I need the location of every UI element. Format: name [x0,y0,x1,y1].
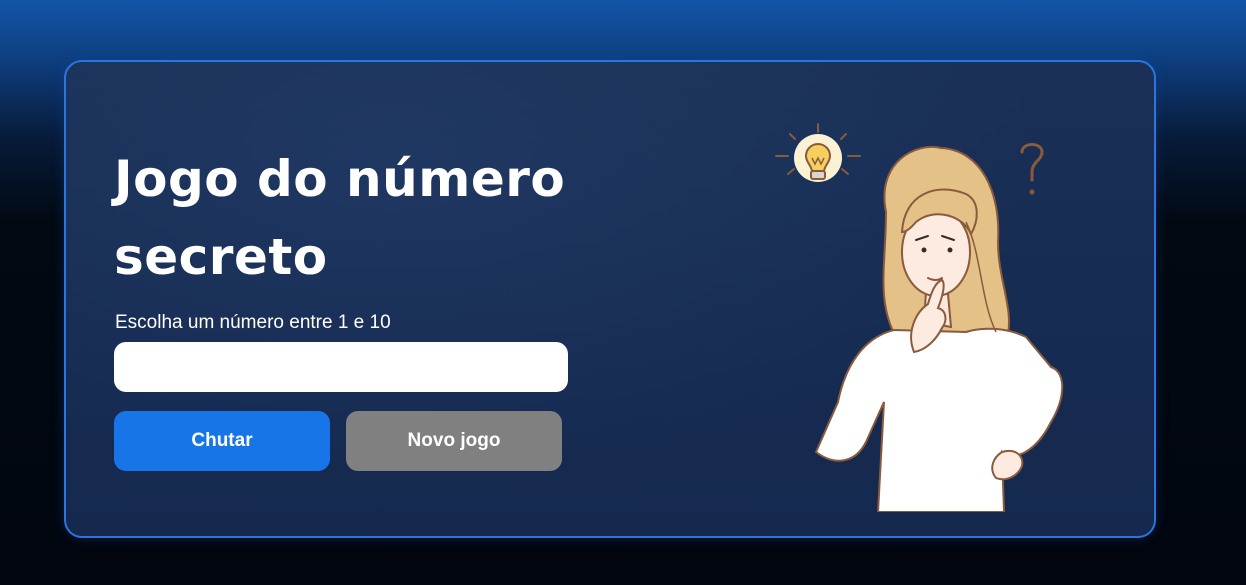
page-title: Jogo do número secreto [114,150,566,286]
instruction-text: Escolha um número entre 1 e 10 [115,312,391,333]
lightbulb-icon [775,123,861,182]
new-game-button[interactable]: Novo jogo [346,411,562,471]
guess-button[interactable]: Chutar [114,411,330,471]
question-mark-icon [1020,143,1044,195]
number-input[interactable] [114,342,568,392]
thinking-woman-illustration [775,123,1064,512]
game-card: Jogo do número secreto Escolha um número… [64,60,1156,538]
